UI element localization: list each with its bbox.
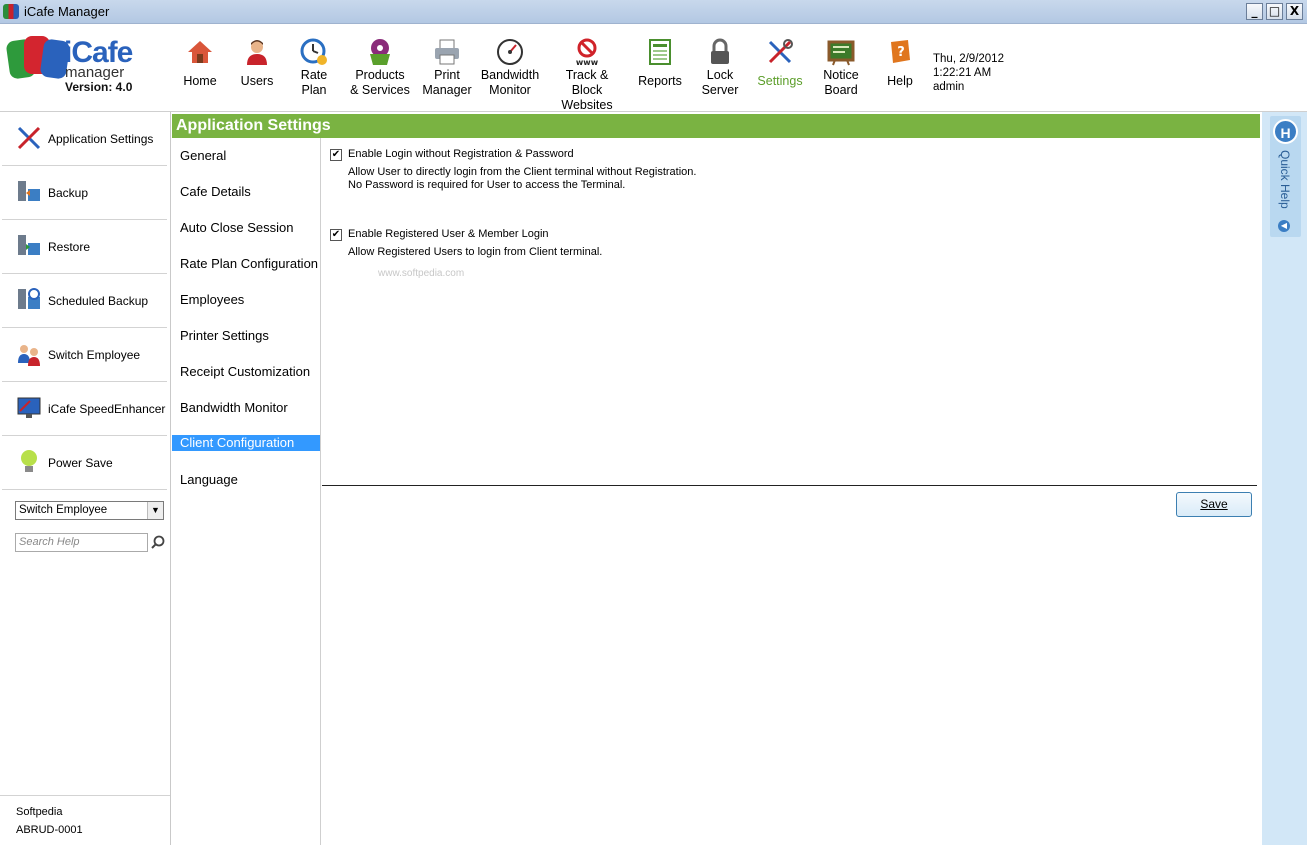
logo: iCafe manager Version: 4.0	[5, 36, 168, 104]
switch-user-icon	[18, 345, 40, 366]
divider	[322, 485, 1257, 486]
sidebar-item-restore[interactable]: Restore	[2, 220, 167, 274]
maximize-button[interactable]: □	[1266, 3, 1283, 20]
nav-auto-close-session[interactable]: Auto Close Session	[172, 220, 320, 236]
option-description: Allow User to directly login from the Cl…	[348, 166, 697, 178]
settings-content: ✔ Enable Login without Registration & Pa…	[322, 138, 1260, 845]
home-icon	[188, 41, 212, 63]
toolbar-lock-server[interactable]: Lock Server	[698, 32, 742, 110]
lightbulb-icon	[21, 450, 37, 472]
sidebar-item-label: iCafe Speed	[48, 401, 115, 416]
toolbar-bandwidth-monitor[interactable]: Bandwidth Monitor	[478, 32, 542, 110]
search-icon[interactable]	[151, 535, 165, 549]
toolbar-print-manager[interactable]: Print Manager	[420, 32, 474, 110]
option-label: Enable Registered User & Member Login	[348, 228, 549, 240]
restore-icon	[18, 235, 40, 255]
chevron-left-icon: ◀	[1278, 220, 1290, 232]
toolbar-notice-board[interactable]: Notice Board	[816, 32, 866, 110]
help-book-icon: ?	[891, 40, 910, 63]
monitor-icon	[17, 397, 41, 418]
backup-icon	[18, 181, 40, 201]
sidebar-item-power-save[interactable]: Power Save	[2, 436, 167, 490]
current-date: Thu, 2/9/2012	[933, 53, 1004, 65]
toolbar-users[interactable]: Users	[236, 32, 278, 110]
current-user: admin	[933, 81, 965, 93]
nav-bandwidth-monitor[interactable]: Bandwidth Monitor	[172, 400, 320, 416]
quick-help-label: Quick Help	[1278, 150, 1292, 209]
nav-general[interactable]: General	[172, 148, 320, 164]
gauge-icon	[497, 39, 523, 65]
close-button[interactable]: X	[1286, 3, 1303, 20]
products-icon	[370, 39, 390, 65]
nav-cafe-details[interactable]: Cafe Details	[172, 184, 320, 200]
sidebar-footer: Softpedia ABRUD-0001	[0, 795, 170, 845]
datetime-display: Thu, 2/9/2012 1:22:21 AM admin	[933, 52, 1004, 94]
page-title: Application Settings	[172, 114, 1260, 138]
login-without-registration-checkbox[interactable]: ✔	[330, 149, 342, 161]
option-description: No Password is required for User to acce…	[348, 179, 626, 191]
sidebar-item-speed-enhancer[interactable]: iCafe Speed Enhancer	[2, 382, 167, 436]
search-help-input[interactable]: Search Help	[15, 533, 148, 552]
toolbar-track-block-websites[interactable]: www Track & Block Websites	[546, 32, 628, 112]
svg-text:www: www	[576, 58, 599, 66]
sidebar-item-backup[interactable]: Backup	[2, 166, 167, 220]
scheduled-backup-icon	[18, 288, 40, 309]
nav-rate-plan-configuration[interactable]: Rate Plan Configuration	[172, 256, 320, 272]
current-time: 1:22:21 AM	[933, 67, 992, 79]
sidebar-item-label: Power Save	[48, 455, 113, 470]
switch-employee-select[interactable]: Switch Employee ▼	[15, 501, 164, 520]
logo-subtitle: manager	[65, 64, 125, 81]
sidebar: Application Settings Backup Restore Sche…	[0, 112, 171, 845]
lock-icon	[711, 38, 729, 64]
nav-client-configuration[interactable]: Client Configuration	[172, 435, 320, 451]
notice-board-icon	[827, 40, 855, 66]
minimize-button[interactable]: _	[1246, 3, 1263, 20]
toolbar-rate-plan[interactable]: Rate Plan	[292, 32, 336, 110]
sidebar-item-label: Switch Employee	[48, 347, 141, 362]
quick-help-tab[interactable]: H Quick Help ◀	[1270, 116, 1301, 237]
title-bar: iCafe Manager _ □ X	[0, 0, 1307, 24]
sidebar-item-label: Backup	[48, 185, 89, 200]
option-label: Enable Login without Registration & Pass…	[348, 148, 574, 160]
sidebar-item-application-settings[interactable]: Application Settings	[2, 112, 167, 166]
tools-icon	[17, 126, 41, 150]
cafe-id: ABRUD-0001	[16, 824, 83, 836]
toolbar-products-services[interactable]: Products & Services	[346, 32, 414, 110]
header: iCafe manager Version: 4.0 Home Users Ra…	[0, 24, 1307, 112]
nav-receipt-customization[interactable]: Receipt Customization	[172, 364, 320, 380]
tools-icon	[768, 39, 793, 64]
printer-icon	[435, 39, 459, 65]
quick-help-panel: H Quick Help ◀	[1262, 112, 1307, 845]
report-icon	[649, 39, 671, 65]
sidebar-item-label: Scheduled Backup	[48, 293, 149, 308]
cafe-name: Softpedia	[16, 806, 63, 818]
block-website-icon: www	[576, 38, 599, 66]
toolbar-help[interactable]: ? Help	[880, 32, 920, 110]
toolbar-reports[interactable]: Reports	[636, 32, 684, 110]
toolbar-settings[interactable]: Settings	[754, 32, 806, 110]
chevron-down-icon: ▼	[147, 502, 163, 519]
settings-nav: General Cafe Details Auto Close Session …	[172, 138, 321, 845]
sidebar-item-scheduled-backup[interactable]: Scheduled Backup	[2, 274, 167, 328]
user-icon	[247, 40, 267, 65]
nav-printer-settings[interactable]: Printer Settings	[172, 328, 320, 344]
sidebar-item-switch-employee[interactable]: Switch Employee	[2, 328, 167, 382]
window-title: iCafe Manager	[24, 4, 110, 19]
sidebar-item-label: Application Settings	[48, 131, 154, 146]
registered-user-login-checkbox[interactable]: ✔	[330, 229, 342, 241]
nav-language[interactable]: Language	[172, 472, 320, 488]
clock-icon	[300, 38, 327, 65]
help-icon: H	[1273, 119, 1298, 144]
option-description: Allow Registered Users to login from Cli…	[348, 246, 603, 258]
save-button[interactable]: Save	[1176, 492, 1252, 517]
sidebar-item-label: Restore	[48, 239, 91, 254]
svg-text:?: ?	[897, 45, 905, 60]
watermark: www.softpedia.com	[378, 268, 465, 279]
toolbar-home[interactable]: Home	[178, 32, 222, 110]
app-version: Version: 4.0	[65, 80, 133, 94]
app-icon	[3, 4, 19, 19]
nav-employees[interactable]: Employees	[172, 292, 320, 308]
